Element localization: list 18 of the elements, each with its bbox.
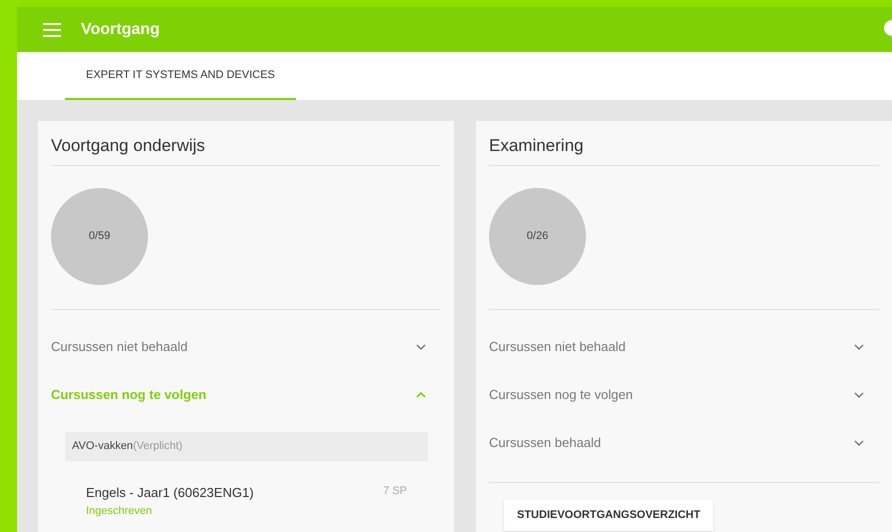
card-title: Examinering — [489, 133, 879, 166]
chevron-up-icon — [416, 391, 426, 399]
app-title: Voortgang — [81, 20, 160, 40]
card-title: Voortgang onderwijs — [51, 133, 441, 166]
accordion-header[interactable]: Cursussen behaald — [489, 419, 879, 467]
accordion-header[interactable]: Cursussen niet behaald — [489, 323, 879, 371]
course-credits: 7 SP — [383, 484, 407, 499]
course-name: Engels - Jaar1 (60623ENG1) — [86, 484, 254, 502]
overview-button[interactable]: STUDIEVOORTGANGSOVERZICHT — [504, 500, 714, 531]
chevron-down-icon — [854, 343, 864, 351]
chevron-down-icon — [854, 439, 864, 447]
course-status: Ingeschreven — [86, 504, 154, 518]
accordion-header[interactable]: Cursussen niet behaald — [51, 323, 441, 371]
group-header: AVO-vakken(Verplicht) — [65, 432, 428, 461]
menu-icon[interactable] — [43, 22, 61, 36]
chevron-down-icon — [416, 343, 426, 351]
chevron-down-icon — [854, 391, 864, 399]
accordion-header[interactable]: Cursussen nog te volgen — [489, 371, 879, 419]
